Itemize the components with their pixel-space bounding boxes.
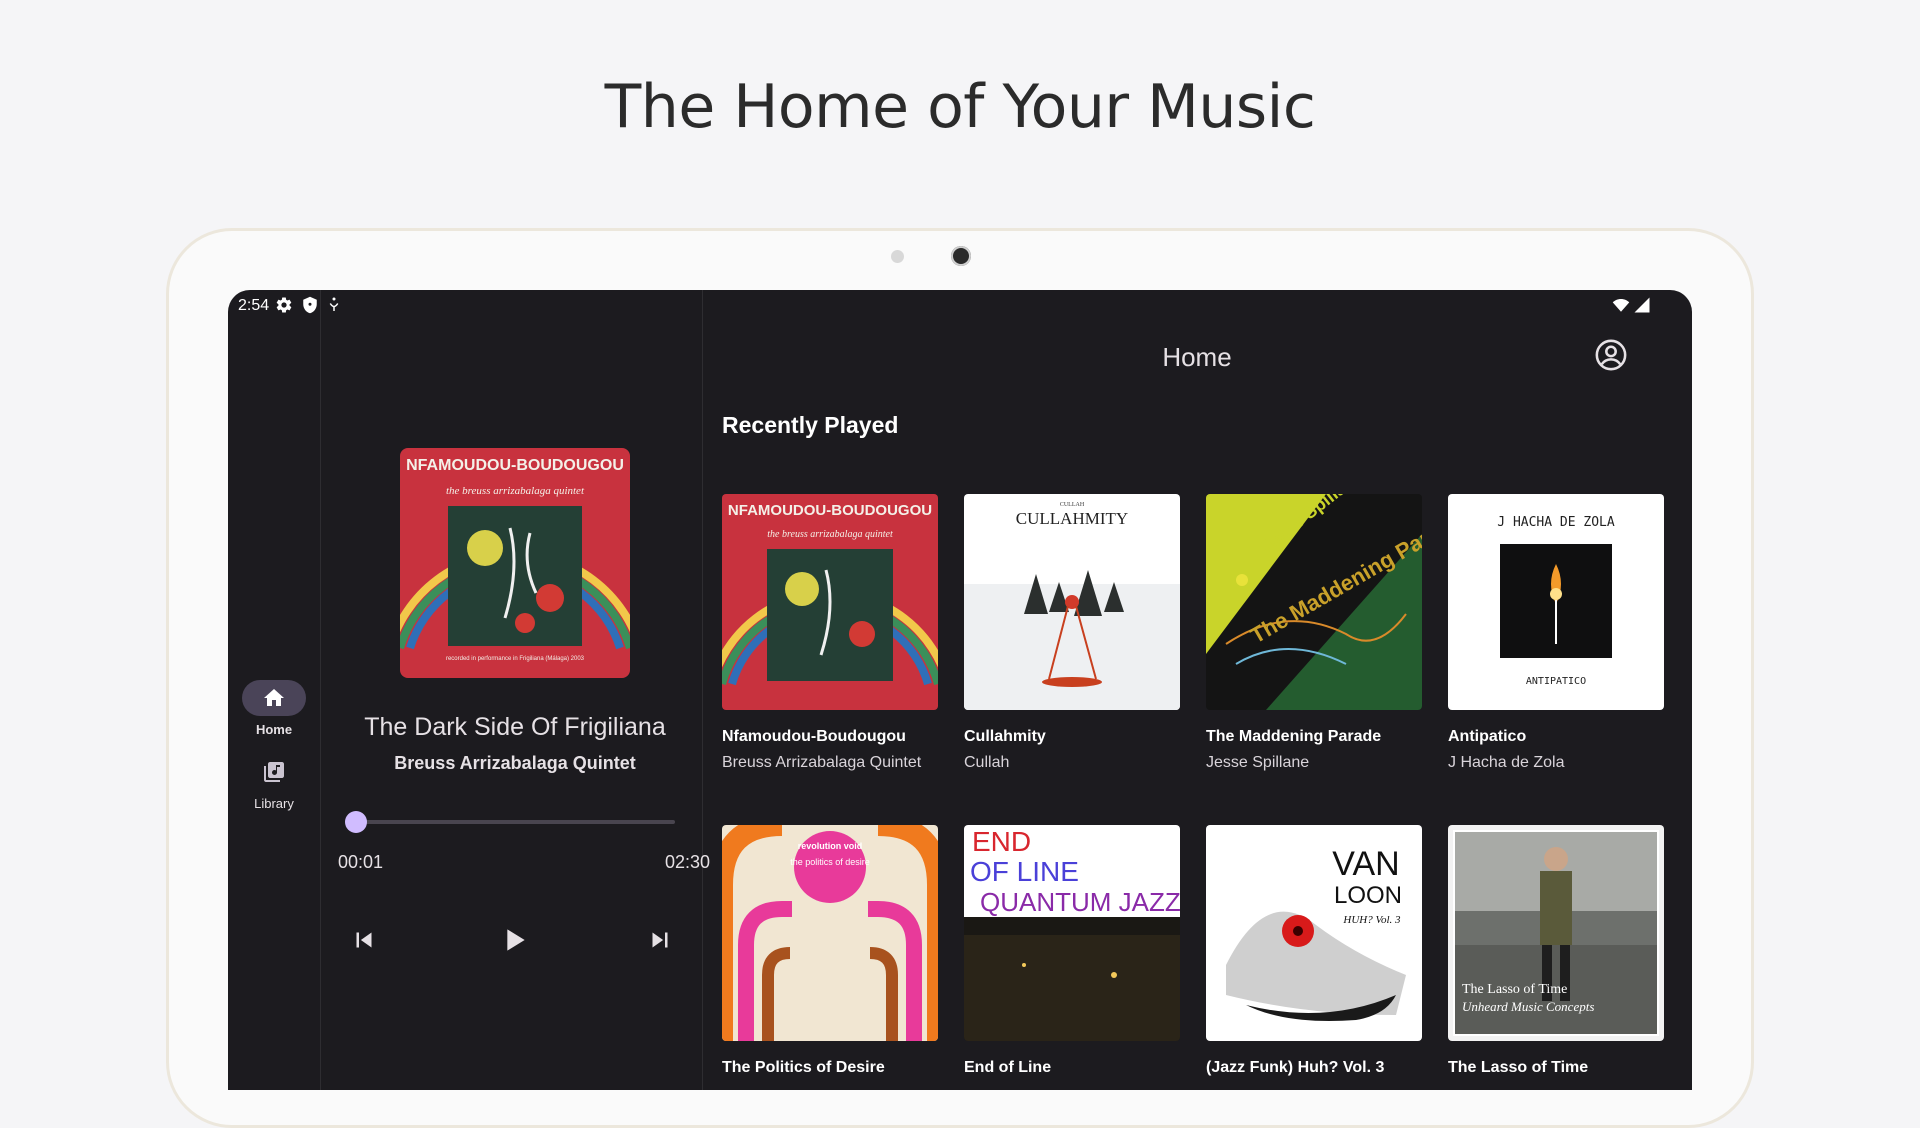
cover-text: ANTIPATICO <box>1526 676 1586 687</box>
album-title: Nfamoudou-Boudougou <box>722 728 906 745</box>
cover-text: the breuss arrizabalaga quintet <box>767 529 893 540</box>
album-artist: Breuss Arrizabalaga Quintet <box>722 754 922 771</box>
next-button[interactable] <box>638 918 682 962</box>
album-cover: J HACHA DE ZOLA ANTIPATICO <box>1448 494 1664 710</box>
album-card[interactable]: revolution void the politics of desire T… <box>722 825 938 1077</box>
album-artist: Cullah <box>964 754 1010 771</box>
art-caption-text: recorded in performance in Frigiliana (M… <box>446 656 585 662</box>
app-screen: 2:54 Home Library NFAMOUDOU-BOUDOUGOU th… <box>228 290 1692 1090</box>
nav-active-indicator <box>242 680 306 716</box>
album-card[interactable]: END OF LINE QUANTUM JAZZ End of Line <box>964 825 1180 1077</box>
play-icon <box>507 929 525 951</box>
skip-previous-icon <box>356 932 372 948</box>
cover-text: J HACHA DE ZOLA <box>1497 515 1615 530</box>
now-playing-album-art: NFAMOUDOU-BOUDOUGOU the breuss arrizabal… <box>400 448 630 678</box>
album-card[interactable]: VAN LOON HUH? Vol. 3 (Jazz Funk) Huh? Vo… <box>1206 825 1422 1077</box>
cover-text: The Lasso of Time <box>1462 982 1567 997</box>
album-cover: revolution void the politics of desire <box>722 825 938 1041</box>
cover-text: VAN <box>1332 845 1399 883</box>
navigation-rail: Home Library <box>228 290 321 1090</box>
album-title: Antipatico <box>1448 728 1527 745</box>
nav-item-library[interactable]: Library <box>228 754 320 811</box>
album-title: End of Line <box>964 1059 1052 1076</box>
seek-thumb[interactable] <box>345 811 368 833</box>
now-playing-title: The Dark Side Of Frigiliana <box>364 713 666 741</box>
album-card[interactable]: The Lasso of Time Unheard Music Concepts… <box>1448 825 1664 1077</box>
nav-item-label: Library <box>254 796 294 811</box>
nav-item-label: Home <box>255 722 293 737</box>
nav-item-home[interactable]: Home <box>228 680 320 737</box>
art-title-text: NFAMOUDOU-BOUDOUGOU <box>406 457 624 474</box>
section-title-recently-played: Recently Played <box>722 412 899 438</box>
home-icon <box>264 689 284 706</box>
album-cover: NFAMOUDOU-BOUDOUGOU the breuss arrizabal… <box>722 494 938 710</box>
album-artist: Jesse Spillane <box>1206 754 1310 771</box>
album-card[interactable]: J HACHA DE ZOLA ANTIPATICO Antipatico J … <box>1448 494 1664 772</box>
play-button[interactable] <box>492 918 536 962</box>
cover-text: END <box>972 826 1031 857</box>
now-playing-artist: Breuss Arrizabalaga Quintet <box>394 753 636 773</box>
cover-text: revolution void <box>798 841 863 851</box>
cover-text: OF LINE <box>970 856 1079 887</box>
album-title: The Politics of Desire <box>722 1059 885 1076</box>
cover-text: LOON <box>1334 882 1402 909</box>
album-title: The Maddening Parade <box>1206 728 1382 745</box>
cover-text: CULLAHMITY <box>1016 509 1128 528</box>
album-card[interactable]: Jesse Spillane The Maddening Parade The … <box>1206 494 1422 772</box>
tablet-sensor <box>891 250 904 263</box>
cover-text: NFAMOUDOU-BOUDOUGOU <box>728 502 932 519</box>
album-cover: The Lasso of Time Unheard Music Concepts <box>1448 825 1664 1041</box>
main-content: Home Recently Played NFAMOUDOU-BOUDOUGOU… <box>702 290 1692 1090</box>
previous-button[interactable] <box>342 918 386 962</box>
seek-bar[interactable] <box>345 811 675 833</box>
album-card[interactable]: NFAMOUDOU-BOUDOUGOU the breuss arrizabal… <box>722 494 938 772</box>
album-cover: Jesse Spillane The Maddening Parade <box>1206 494 1422 710</box>
album-artist: J Hacha de Zola <box>1448 754 1565 771</box>
cover-text: HUH? Vol. 3 <box>1342 914 1401 926</box>
album-cover: CULLAH CULLAHMITY <box>964 494 1180 710</box>
album-cover: END OF LINE QUANTUM JAZZ <box>964 825 1180 1041</box>
account-circle-icon <box>1595 339 1627 371</box>
cover-text: QUANTUM JAZZ <box>980 887 1180 917</box>
cover-text: CULLAH <box>1060 502 1085 508</box>
hero-title: The Home of Your Music <box>604 72 1316 142</box>
current-time: 00:01 <box>338 852 384 872</box>
album-title: The Lasso of Time <box>1448 1059 1589 1076</box>
tablet-camera <box>951 246 971 266</box>
account-button[interactable] <box>1594 338 1628 372</box>
art-subtitle-text: the breuss arrizabalaga quintet <box>446 485 585 497</box>
skip-next-icon <box>652 932 668 948</box>
library-music-icon <box>264 762 284 782</box>
album-title: (Jazz Funk) Huh? Vol. 3 <box>1206 1059 1385 1076</box>
cover-text: the politics of desire <box>790 857 870 867</box>
now-playing-panel: NFAMOUDOU-BOUDOUGOU the breuss arrizabal… <box>320 290 710 1090</box>
page-title: Home <box>1162 342 1232 372</box>
album-cover: VAN LOON HUH? Vol. 3 <box>1206 825 1422 1041</box>
cover-text: Unheard Music Concepts <box>1462 999 1594 1014</box>
album-title: Cullahmity <box>964 728 1046 745</box>
album-card[interactable]: CULLAH CULLAHMITY Cullahmity Cullah <box>964 494 1180 772</box>
